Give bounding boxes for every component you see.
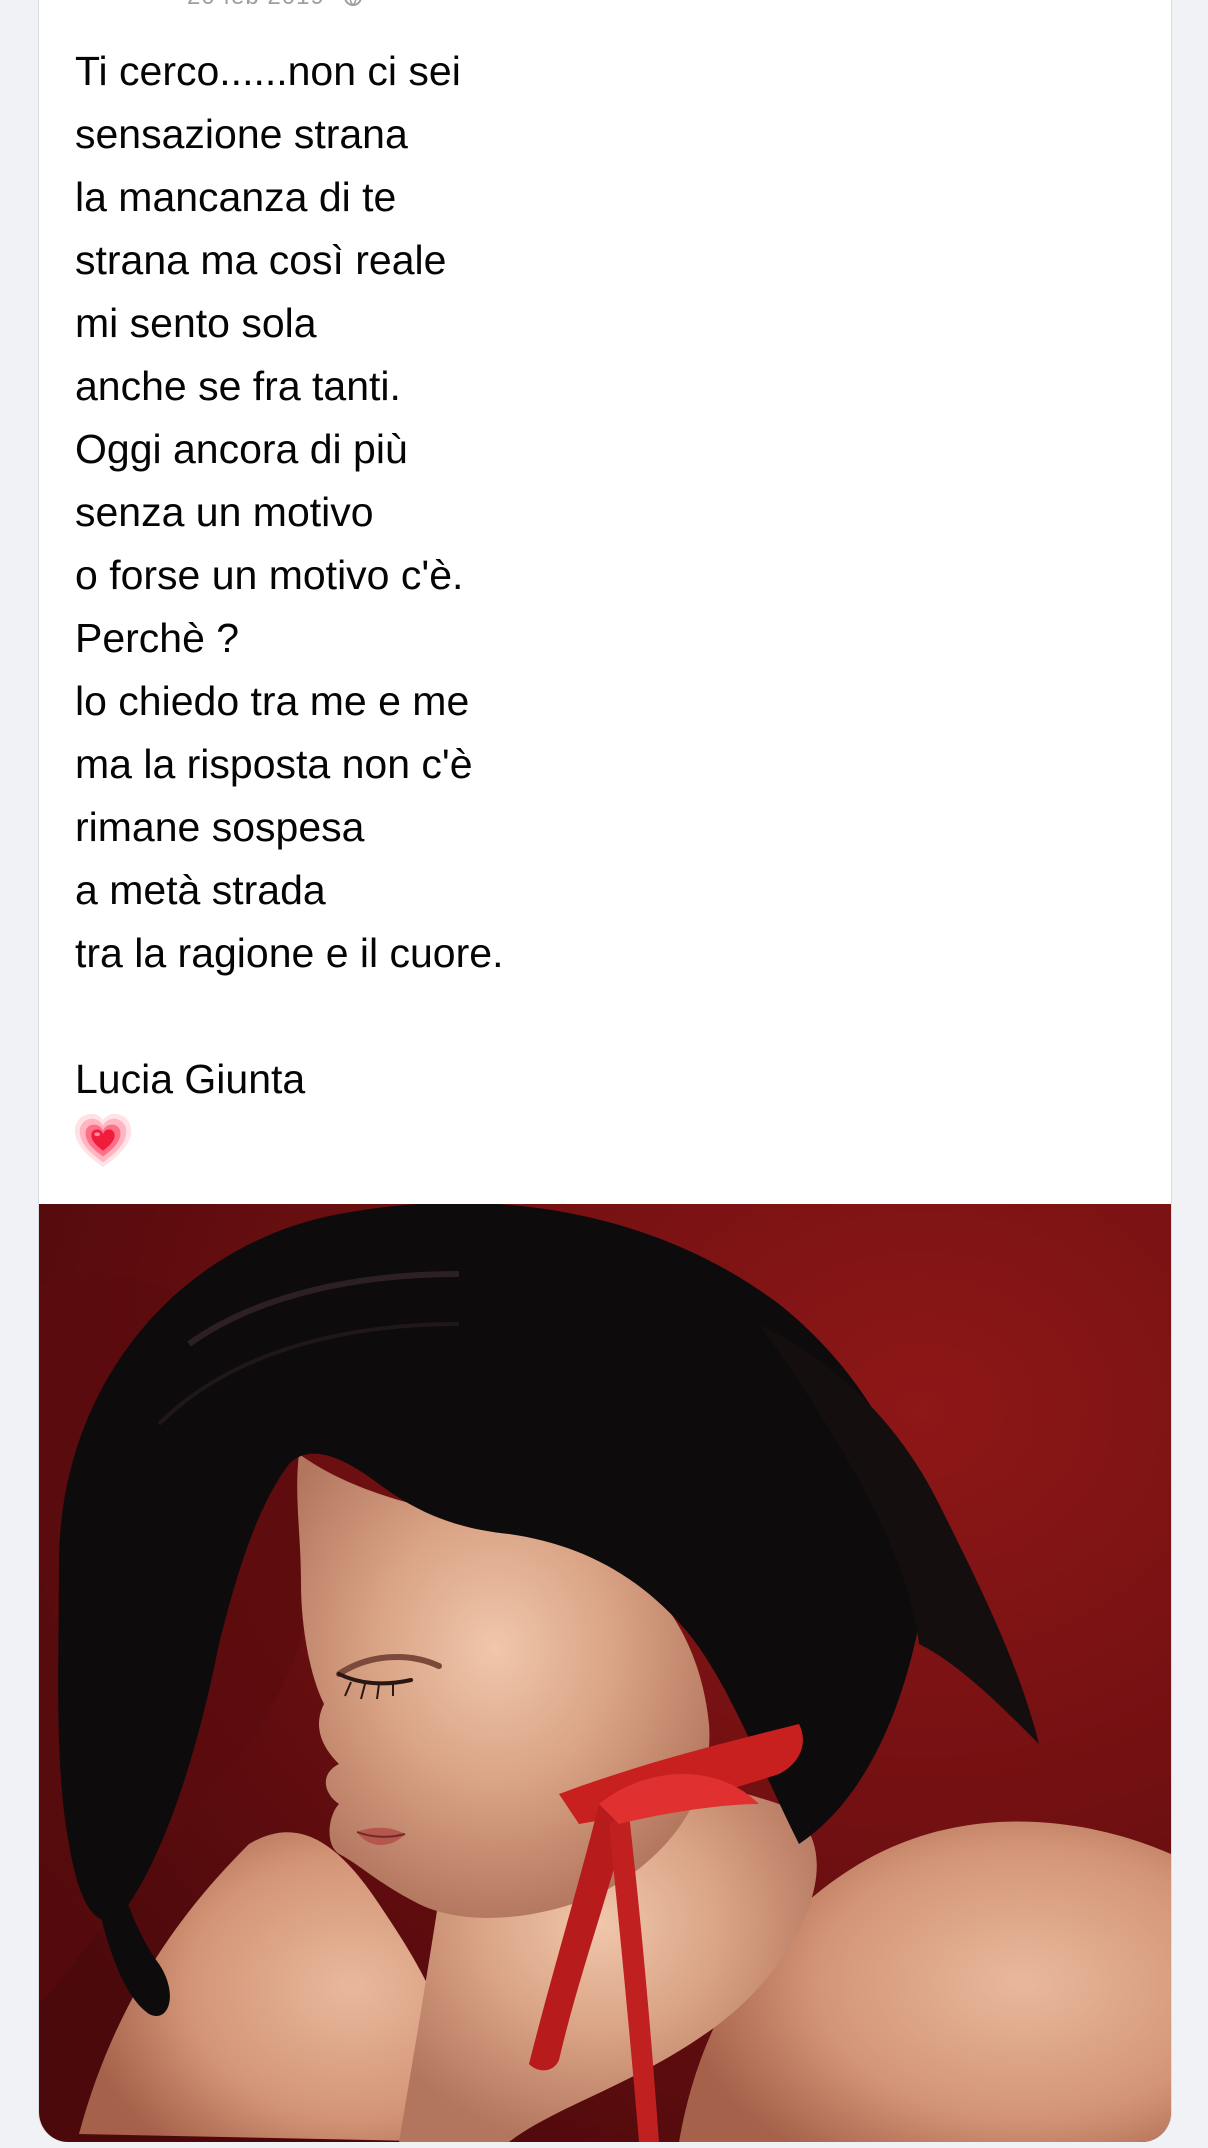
poem-line: la mancanza di te [75,174,397,220]
growing-heart-icon [74,1113,132,1168]
poem-line: anche se fra tanti. [75,363,401,409]
poem-line: rimane sospesa [75,804,365,850]
post-photo[interactable] [39,1204,1171,2142]
globe-icon [344,0,362,6]
poem-line: Oggi ancora di più [75,426,408,472]
poem-line: Perchè ? [75,615,240,661]
post-author: Lucia Giunta [75,1056,306,1102]
poem-line: a metà strada [75,867,326,913]
poem-line: senza un motivo [75,489,374,535]
poem-line: sensazione strana [75,111,408,157]
poem-line: lo chiedo tra me e me [75,678,470,724]
poem-line: strana ma così reale [75,237,447,283]
post-meta: 20 feb 2019 [187,0,363,11]
poem-line: Ti cerco......non ci sei [75,48,461,94]
post-card: 20 feb 2019 Ti cerco......non ci sei sen… [38,0,1172,2142]
poem-line: tra la ragione e il cuore. [75,930,504,976]
post-text: Ti cerco......non ci sei sensazione stra… [74,40,1135,1173]
poem-line: o forse un motivo c'è. [75,552,464,598]
post-date[interactable]: 20 feb 2019 [187,0,325,11]
poem-line: ma la risposta non c'è [75,741,473,787]
poem-line: mi sento sola [75,300,317,346]
